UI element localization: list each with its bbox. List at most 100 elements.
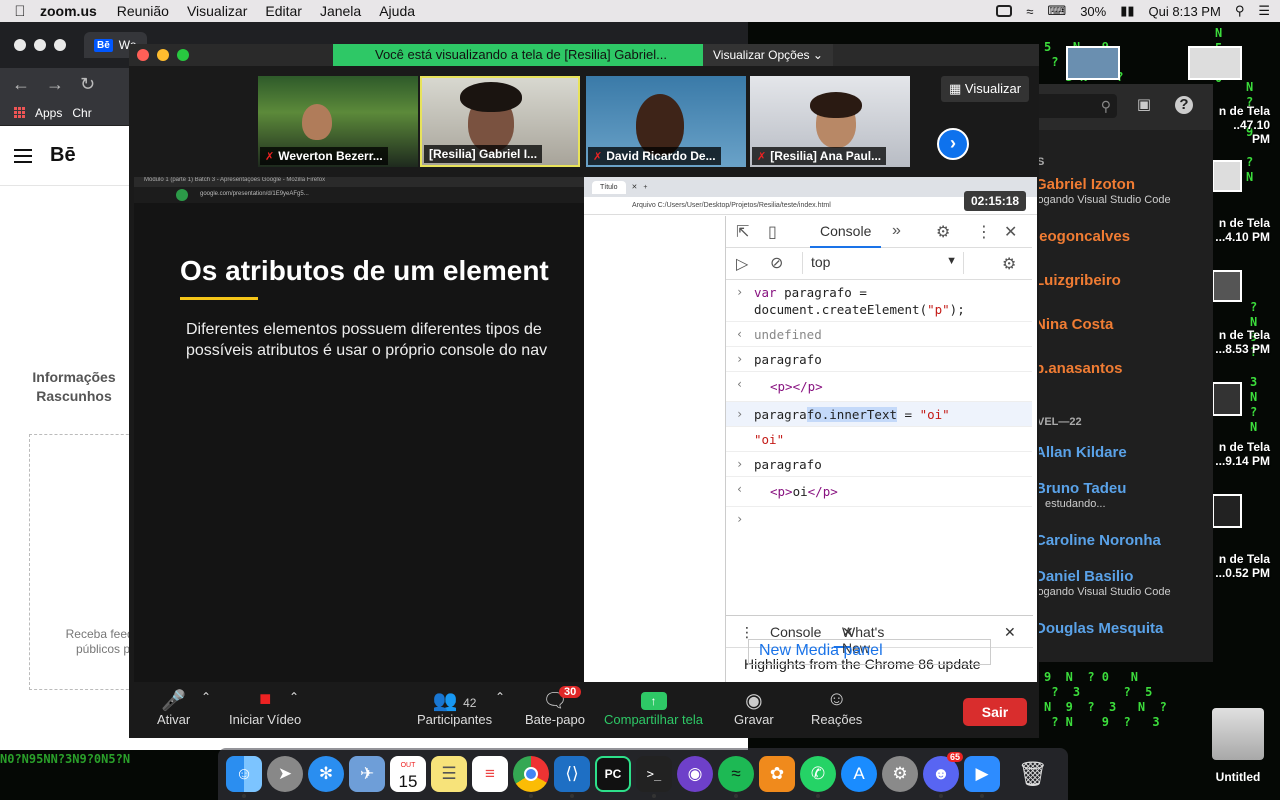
vscode-icon[interactable]: ⟨⟩ [554,756,590,798]
desktop-screenshot-thumb[interactable] [1212,160,1242,192]
record-button[interactable]: ◉ Gravar [734,688,774,727]
new-media-panel-card[interactable]: New Media panel [748,639,991,665]
close-window-button[interactable] [14,39,26,51]
gallery-person[interactable]: Caroline Noronha [1035,532,1161,549]
participant-video-tile[interactable]: ✗ David Ricardo De... [586,76,746,167]
leave-meeting-button[interactable]: Sair [963,698,1027,726]
screenshot-label[interactable]: n de Tela ...0.52 PM [1214,552,1270,580]
gallery-person[interactable]: Nina Costa [1035,316,1113,333]
more-tabs-icon[interactable]: » [892,222,901,240]
next-page-arrow-icon[interactable]: › [937,128,969,160]
console-input-line[interactable]: › paragrafo.innerText = "oi" [726,402,1032,427]
menubar-app-name[interactable]: zoom.us [40,3,97,19]
github-desktop-icon[interactable]: ◉ [677,756,713,792]
screenshot-label[interactable]: n de Tela ..47.10 PM [1214,104,1270,146]
desktop-screenshot-thumb[interactable] [1212,494,1242,528]
gallery-person[interactable]: Luizgribeiro [1035,272,1121,289]
view-layout-button[interactable]: ▦ Visualizar [941,76,1030,102]
chat-button[interactable]: 🗨 30 Bate-papo [525,686,585,727]
kebab-menu-icon[interactable]: ⋮ [976,222,992,242]
system-preferences-icon[interactable]: ⚙ [882,756,918,792]
back-arrow-icon[interactable]: ← [12,74,30,95]
behance-logo[interactable]: Bē [50,144,76,167]
clear-console-icon[interactable]: ⊘ [770,253,783,273]
gallery-person[interactable]: Gabriel Izoton [1035,176,1135,193]
menu-visualizar[interactable]: Visualizar [187,3,247,19]
reminders-icon[interactable]: ≡ [472,756,508,792]
desktop-screenshot-thumb[interactable] [1212,382,1242,416]
participant-video-tile[interactable]: ✗ [Resilia] Ana Paul... [750,76,910,167]
minimize-window-button[interactable] [157,49,169,61]
calendar-icon[interactable]: OUT 15 [390,756,426,792]
gallery-person[interactable]: Bruno Tadeu [1035,480,1126,497]
console-output-line[interactable]: ‹ <p>oi</p> [726,477,1032,507]
chrome-icon[interactable] [513,756,549,798]
preview-icon[interactable]: ✈ [349,756,385,792]
notes-icon[interactable]: ☰ [431,756,467,792]
help-icon[interactable]: ? [1175,96,1193,114]
share-screen-button[interactable]: ↑ Compartilhar tela [604,688,703,727]
discord-icon[interactable]: ☻ 65 [923,752,963,798]
hamburger-menu-icon[interactable] [14,148,32,163]
gallery-person[interactable]: p.anasantos [1035,360,1123,377]
view-options-dropdown[interactable]: Visualizar Opções ⌄ [703,44,833,66]
minimize-window-button[interactable] [34,39,46,51]
forward-arrow-icon[interactable]: → [46,74,64,95]
screenshot-label[interactable]: n de Tela ...9.14 PM [1214,440,1270,468]
whatsapp-icon[interactable]: ✆ [800,756,836,798]
gallery-person[interactable]: Daniel Basilio [1035,568,1133,585]
close-icon[interactable]: ✕ [1004,222,1017,242]
new-tab-icon[interactable]: + [643,184,647,191]
console-output-line[interactable]: ‹ <p></p> [726,372,1032,402]
desktop-screenshot-thumb[interactable] [1188,46,1242,80]
apple-icon[interactable]:  [0,3,40,20]
tab-console[interactable]: Console [810,216,882,248]
maximize-window-button[interactable] [177,49,189,61]
battery-icon[interactable]: ▮▮ [1120,3,1134,19]
launchpad-icon[interactable]: ➤ [267,756,303,792]
inbox-icon[interactable]: ▣ [1135,96,1153,114]
screenshot-label[interactable]: n de Tela ...4.10 PM [1214,216,1270,244]
zoom-status-icon[interactable] [996,5,1013,17]
app-store-icon[interactable]: A [841,756,877,792]
shared-tab[interactable]: Título [592,180,626,194]
audio-options-caret[interactable]: ⌃ [201,690,211,704]
maximize-window-button[interactable] [54,39,66,51]
spotlight-search-icon[interactable]: ⚲ [1235,3,1245,19]
pycharm-icon[interactable]: PC [595,756,631,792]
desktop-screenshot-thumb[interactable] [1212,270,1242,302]
drawer-tab-console[interactable]: Console [770,624,821,640]
close-window-button[interactable] [137,49,149,61]
terminal-icon[interactable]: >_ [636,756,672,798]
safari-icon[interactable]: ✻ [308,756,344,792]
close-drawer-icon[interactable]: ✕ [1004,624,1016,641]
participant-video-tile[interactable]: [Resilia] Gabriel I... [420,76,580,167]
menu-reuniao[interactable]: Reunião [117,3,169,19]
menu-janela[interactable]: Janela [320,3,361,19]
console-input-line[interactable]: › var paragrafo = document.createElement… [726,280,1032,322]
video-options-caret[interactable]: ⌃ [289,690,299,704]
bookmark-apps[interactable]: Apps [35,106,62,120]
spotify-icon[interactable]: ≈ [718,756,754,798]
sidebar-toggle-icon[interactable]: ▷ [736,254,748,274]
reload-icon[interactable]: ↻ [80,74,95,95]
inspect-element-icon[interactable]: ⇱ [736,222,749,242]
console-input-line[interactable]: › paragrafo [726,347,1032,372]
keyboard-icon[interactable]: ⌨ [1047,3,1066,19]
reactions-button[interactable]: ☺ Reações [811,688,862,727]
menu-editar[interactable]: Editar [265,3,302,19]
trash-icon[interactable]: 🗑 [1015,756,1051,792]
desktop-screenshot-thumb[interactable] [1066,46,1120,80]
close-icon[interactable]: ✕ [632,183,638,191]
gallery-person[interactable]: Douglas Mesquita [1035,620,1163,637]
console-prompt[interactable]: › [726,507,1032,531]
finder-icon[interactable]: ☺ [226,756,262,798]
search-icon[interactable]: ⚲ [1035,94,1117,118]
menu-ajuda[interactable]: Ajuda [379,3,415,19]
notification-center-icon[interactable]: ☰ [1258,3,1270,19]
console-input-line[interactable]: › paragrafo [726,452,1032,477]
screenshot-label[interactable]: n de Tela ...8.53 PM [1214,328,1270,356]
gallery-person[interactable]: leogoncalves [1035,228,1130,245]
participant-video-tile[interactable]: ✗ Weverton Bezerr... [258,76,418,167]
participants-options-caret[interactable]: ⌃ [495,690,505,704]
